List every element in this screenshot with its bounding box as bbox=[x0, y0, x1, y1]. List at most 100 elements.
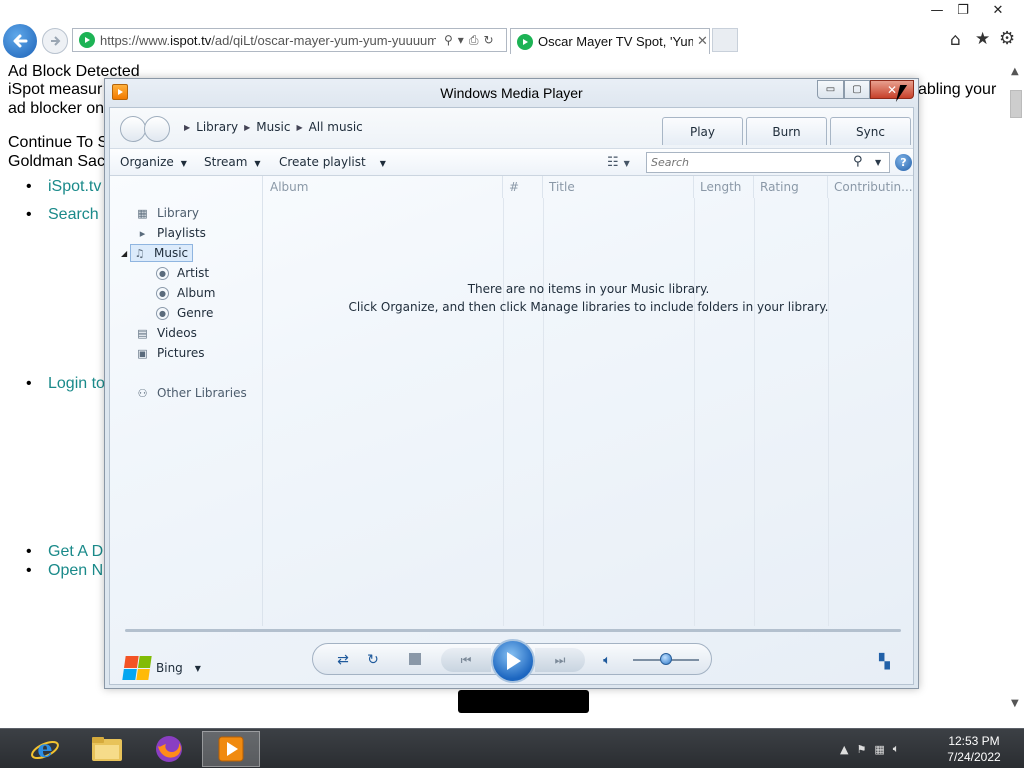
nav-item-artist[interactable]: ● Artist bbox=[156, 264, 209, 282]
column-header-length[interactable]: Length bbox=[694, 176, 754, 198]
search-input[interactable] bbox=[651, 155, 846, 170]
wmp-back-button[interactable] bbox=[120, 116, 146, 142]
scroll-thumb[interactable] bbox=[1010, 90, 1022, 118]
list-item[interactable]: Login to bbox=[26, 375, 105, 393]
search-box[interactable]: ⚲ ▼ bbox=[646, 152, 890, 173]
nav-item-library[interactable]: ▦ Library bbox=[136, 204, 199, 222]
browser-tab[interactable]: Oscar Mayer TV Spot, 'Yum... ✕ bbox=[510, 28, 710, 54]
list-item[interactable]: Search bbox=[26, 206, 99, 224]
home-icon[interactable]: ⌂ bbox=[950, 30, 961, 50]
expand-triangle-icon[interactable]: ◢ bbox=[121, 249, 131, 258]
scroll-down-icon[interactable]: ▼ bbox=[1011, 698, 1019, 709]
nav-item-album[interactable]: ● Album bbox=[156, 284, 215, 302]
stream-button[interactable]: Stream ▼ bbox=[204, 155, 261, 169]
tab-sync[interactable]: Sync bbox=[830, 117, 911, 145]
playback-controls: ⇄ ↻ ⏮ ⏭ 🔈︎ bbox=[312, 639, 712, 683]
nav-item-videos[interactable]: ▤ Videos bbox=[136, 324, 197, 342]
column-header-title[interactable]: Title bbox=[543, 176, 694, 198]
taskbar: e ▲ ⚑ ▦ 🔈︎ 12:53 PM 7/24/2022 bbox=[0, 728, 1024, 768]
create-playlist-button[interactable]: Create playlist ▼ bbox=[279, 155, 386, 169]
seek-bar[interactable] bbox=[125, 629, 901, 632]
continue-link[interactable]: Continue To S bbox=[8, 134, 108, 152]
scroll-up-icon[interactable]: ▲ bbox=[1011, 66, 1019, 77]
taskbar-windows-media-player[interactable] bbox=[202, 731, 260, 767]
wmp-close-button[interactable]: ✕ bbox=[870, 80, 914, 99]
column-header-album[interactable]: Album bbox=[264, 176, 503, 198]
organize-button[interactable]: Organize ▼ bbox=[120, 155, 187, 169]
taskbar-firefox[interactable] bbox=[140, 731, 198, 767]
column-header-contributing-artist[interactable]: Contributin... bbox=[828, 176, 913, 198]
taskbar-clock[interactable]: 12:53 PM 7/24/2022 bbox=[934, 733, 1014, 765]
picture-icon: ▣ bbox=[137, 346, 148, 360]
play-icon[interactable] bbox=[491, 639, 535, 683]
browser-restore-button[interactable]: ❐ bbox=[946, 0, 980, 20]
nav-item-music[interactable]: ◢ ♫ Music bbox=[121, 244, 194, 262]
ad-block-message-line1-right: abling your bbox=[918, 81, 997, 98]
nav-item-pictures[interactable]: ▣ Pictures bbox=[136, 344, 204, 362]
shuffle-icon[interactable]: ⇄ bbox=[333, 650, 353, 670]
svg-text:e: e bbox=[37, 734, 52, 763]
wmp-titlebar[interactable]: Windows Media Player ▭ ▢ ✕ bbox=[105, 79, 918, 107]
compat-view-icon[interactable]: ⎙ bbox=[469, 33, 479, 48]
search-icon[interactable]: ⚲ bbox=[853, 154, 863, 169]
search-options-chevron-icon[interactable]: ▼ bbox=[875, 158, 881, 167]
column-header-rating[interactable]: Rating bbox=[754, 176, 828, 198]
action-center-flag-icon[interactable]: ⚑ bbox=[856, 743, 866, 756]
volume-muted-icon[interactable]: 🔈︎ bbox=[893, 742, 900, 756]
browser-close-button[interactable]: ✕ bbox=[980, 0, 1016, 20]
view-options-button[interactable]: ☷ ▼ bbox=[607, 155, 630, 170]
favorites-icon[interactable]: ★ bbox=[975, 29, 990, 49]
tab-close-icon[interactable]: ✕ bbox=[697, 34, 708, 49]
help-icon[interactable]: ? bbox=[895, 154, 912, 171]
bing-button[interactable]: Bing ▼ bbox=[122, 656, 201, 680]
system-tray: ▲ ⚑ ▦ 🔈︎ bbox=[840, 729, 899, 768]
tools-gear-icon[interactable]: ⚙ bbox=[999, 28, 1015, 49]
wmp-minimize-button[interactable]: ▭ bbox=[817, 80, 844, 99]
previous-icon[interactable]: ⏮ bbox=[441, 648, 491, 672]
breadcrumb-library[interactable]: Library bbox=[196, 120, 238, 134]
next-icon[interactable]: ⏭ bbox=[535, 648, 585, 672]
breadcrumb-arrow-icon: ▶ bbox=[244, 122, 251, 132]
nav-item-playlists[interactable]: ▸ Playlists bbox=[136, 224, 206, 242]
album-icon: ● bbox=[156, 286, 169, 300]
tab-play[interactable]: Play bbox=[662, 117, 743, 145]
switch-to-now-playing-icon[interactable]: ▚ bbox=[879, 654, 890, 670]
nav-item-genre[interactable]: ● Genre bbox=[156, 304, 213, 322]
windows-logo-icon bbox=[122, 656, 152, 680]
breadcrumb-music[interactable]: Music bbox=[256, 120, 290, 134]
wmp-title: Windows Media Player bbox=[440, 85, 583, 101]
back-button[interactable] bbox=[3, 24, 37, 58]
search-icon[interactable]: ⚲ bbox=[444, 33, 453, 48]
stop-icon[interactable] bbox=[409, 653, 421, 665]
list-item[interactable]: iSpot.tv bbox=[26, 178, 101, 196]
dropdown-icon[interactable]: ▾ bbox=[458, 33, 464, 48]
clock-date: 7/24/2022 bbox=[947, 750, 1001, 764]
volume-slider-thumb[interactable] bbox=[660, 653, 672, 665]
firefox-icon bbox=[156, 736, 182, 762]
address-url[interactable]: https://www.ispot.tv/ad/qiLt/oscar-mayer… bbox=[100, 33, 436, 48]
nav-item-other-libraries[interactable]: ⚇ Other Libraries bbox=[136, 384, 247, 402]
taskbar-internet-explorer[interactable]: e bbox=[16, 731, 74, 767]
show-hidden-icons-icon[interactable]: ▲ bbox=[840, 743, 848, 756]
repeat-icon[interactable]: ↻ bbox=[363, 650, 383, 670]
column-divider bbox=[503, 198, 504, 626]
wmp-forward-button[interactable] bbox=[144, 116, 170, 142]
tab-burn[interactable]: Burn bbox=[746, 117, 827, 145]
column-divider bbox=[754, 198, 755, 626]
list-item[interactable]: Open N bbox=[26, 562, 103, 580]
list-item[interactable]: Get A D bbox=[26, 543, 103, 561]
network-icon[interactable]: ▦ bbox=[874, 743, 884, 756]
address-bar[interactable]: https://www.ispot.tv/ad/qiLt/oscar-mayer… bbox=[72, 28, 507, 52]
playlist-icon: ▸ bbox=[139, 226, 146, 240]
forward-button[interactable] bbox=[42, 28, 68, 54]
artist-icon: ● bbox=[156, 266, 169, 280]
volume-icon[interactable]: 🔈︎ bbox=[597, 650, 617, 670]
page-scrollbar[interactable]: ▲ ▼ bbox=[1008, 60, 1024, 728]
new-tab-button[interactable] bbox=[712, 28, 738, 52]
refresh-icon[interactable]: ↻ bbox=[483, 33, 493, 48]
breadcrumb-all-music[interactable]: All music bbox=[309, 120, 363, 134]
column-header-number[interactable]: # bbox=[503, 176, 543, 198]
music-note-icon: ♫ bbox=[134, 246, 145, 260]
taskbar-file-explorer[interactable] bbox=[78, 731, 136, 767]
wmp-maximize-button[interactable]: ▢ bbox=[844, 80, 870, 99]
